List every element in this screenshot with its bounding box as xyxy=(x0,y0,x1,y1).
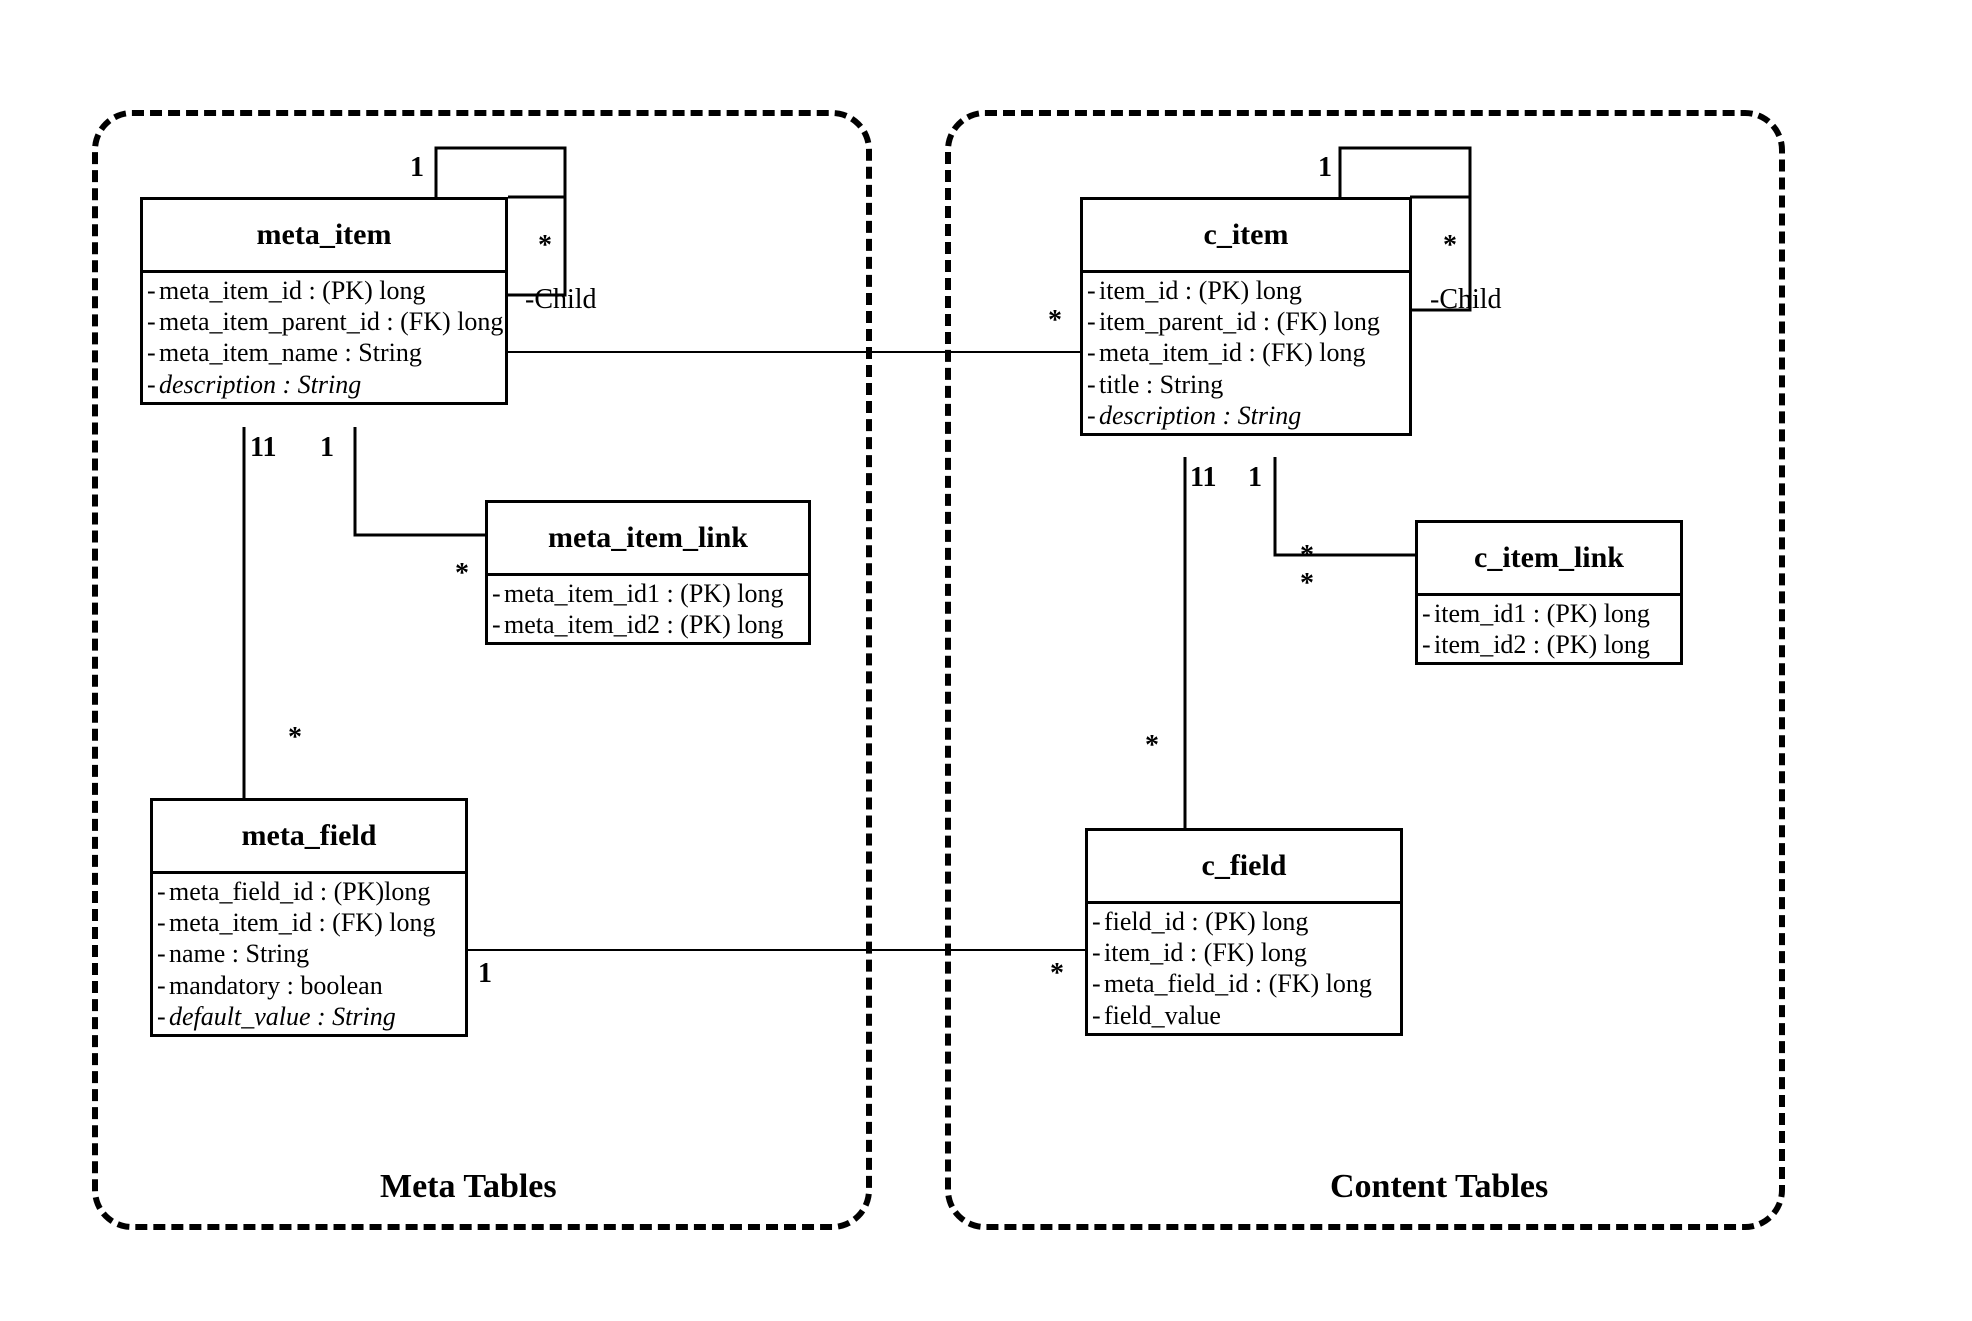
attribute-row: title : String xyxy=(1083,369,1409,400)
attribute-row: field_id : (PK) long xyxy=(1088,906,1400,937)
entity-meta-item-link: meta_item_link meta_item_id1 : (PK) long… xyxy=(485,500,811,645)
entity-meta-item-link-attrs: meta_item_id1 : (PK) longmeta_item_id2 :… xyxy=(488,576,808,642)
entity-meta-item-title: meta_item xyxy=(143,200,505,273)
entity-meta-item-link-title: meta_item_link xyxy=(488,503,808,576)
entity-meta-item-attrs: meta_item_id : (PK) longmeta_item_parent… xyxy=(143,273,505,402)
mult-ci-link-star2: * xyxy=(1300,568,1314,600)
mult-mi-field-11: 11 xyxy=(250,432,276,464)
attribute-row: default_value : String xyxy=(153,1001,465,1032)
mult-ci-link-1: 1 xyxy=(1248,462,1262,494)
mult-ci-self-1: 1 xyxy=(1318,152,1332,184)
group-content-tables-label: Content Tables xyxy=(1330,1168,1548,1206)
mult-ci-field-star: * xyxy=(1145,730,1159,762)
entity-c-item-title: c_item xyxy=(1083,200,1409,273)
entity-meta-item: meta_item meta_item_id : (PK) longmeta_i… xyxy=(140,197,508,405)
attribute-row: item_id : (PK) long xyxy=(1083,275,1409,306)
mult-mf-cf-1: 1 xyxy=(478,958,492,990)
entity-c-item-link: c_item_link item_id1 : (PK) longitem_id2… xyxy=(1415,520,1683,665)
attribute-row: meta_item_id2 : (PK) long xyxy=(488,609,808,640)
attribute-row: meta_field_id : (PK)long xyxy=(153,876,465,907)
mult-mi-field-star: * xyxy=(288,722,302,754)
entity-c-field: c_field field_id : (PK) longitem_id : (F… xyxy=(1085,828,1403,1036)
attribute-row: item_id2 : (PK) long xyxy=(1418,629,1680,660)
entity-c-field-title: c_field xyxy=(1088,831,1400,904)
entity-c-item-attrs: item_id : (PK) longitem_parent_id : (FK)… xyxy=(1083,273,1409,433)
attribute-row: meta_item_id : (FK) long xyxy=(153,907,465,938)
label-child-meta: -Child xyxy=(525,284,597,316)
attribute-row: meta_field_id : (FK) long xyxy=(1088,968,1400,999)
entity-c-item: c_item item_id : (PK) longitem_parent_id… xyxy=(1080,197,1412,436)
attribute-row: description : String xyxy=(1083,400,1409,431)
mult-mf-cf-star: * xyxy=(1050,958,1064,990)
attribute-row: meta_item_id1 : (PK) long xyxy=(488,578,808,609)
entity-c-item-link-attrs: item_id1 : (PK) longitem_id2 : (PK) long xyxy=(1418,596,1680,662)
entity-c-item-link-title: c_item_link xyxy=(1418,523,1680,596)
mult-ci-field-11: 11 xyxy=(1190,462,1216,494)
attribute-row: meta_item_id : (PK) long xyxy=(143,275,505,306)
attribute-row: name : String xyxy=(153,938,465,969)
mult-mi-self-star: * xyxy=(538,230,552,262)
entity-meta-field-title: meta_field xyxy=(153,801,465,874)
attribute-row: item_id1 : (PK) long xyxy=(1418,598,1680,629)
attribute-row: item_parent_id : (FK) long xyxy=(1083,306,1409,337)
entity-meta-field: meta_field meta_field_id : (PK)longmeta_… xyxy=(150,798,468,1037)
attribute-row: mandatory : boolean xyxy=(153,970,465,1001)
mult-mi-link-1: 1 xyxy=(320,432,334,464)
entity-meta-field-attrs: meta_field_id : (PK)longmeta_item_id : (… xyxy=(153,874,465,1034)
attribute-row: meta_item_name : String xyxy=(143,337,505,368)
attribute-row: meta_item_id : (FK) long xyxy=(1083,337,1409,368)
label-child-content: -Child xyxy=(1430,284,1502,316)
attribute-row: description : String xyxy=(143,369,505,400)
attribute-row: field_value xyxy=(1088,1000,1400,1031)
attribute-row: meta_item_parent_id : (FK) long xyxy=(143,306,505,337)
group-meta-tables-label: Meta Tables xyxy=(380,1168,557,1206)
mult-ci-self-star: * xyxy=(1443,230,1457,262)
mult-mi-self-1: 1 xyxy=(410,152,424,184)
mult-mi-link-star: * xyxy=(455,558,469,590)
mult-mi-ci-star: * xyxy=(1048,305,1062,337)
entity-c-field-attrs: field_id : (PK) longitem_id : (FK) longm… xyxy=(1088,904,1400,1033)
attribute-row: item_id : (FK) long xyxy=(1088,937,1400,968)
